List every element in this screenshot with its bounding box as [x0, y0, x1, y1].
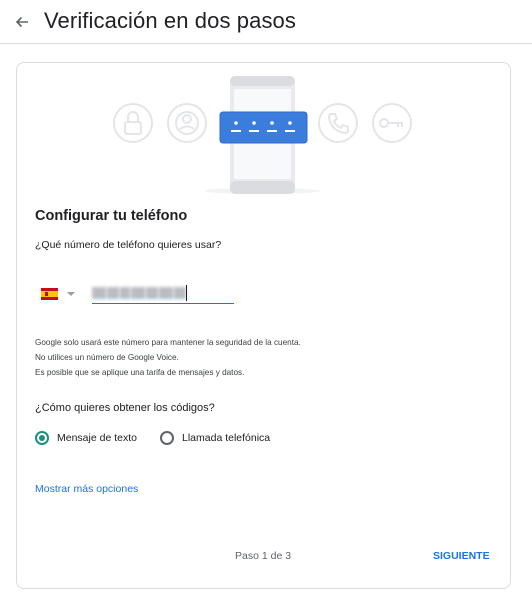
option-label: Llamada telefónica — [182, 432, 271, 444]
radio-button[interactable] — [35, 431, 49, 445]
dropdown-caret-icon — [67, 292, 75, 296]
key-icon — [372, 103, 412, 143]
spain-flag-icon — [41, 288, 58, 300]
next-button[interactable]: SIGUIENTE — [425, 543, 498, 569]
step-indicator: Paso 1 de 3 — [235, 550, 292, 562]
show-more-options-link[interactable]: Mostrar más opciones — [35, 483, 138, 495]
option-label: Mensaje de texto — [57, 432, 137, 444]
phone-question: ¿Qué número de teléfono quieres usar? — [35, 239, 222, 251]
country-selector[interactable] — [41, 283, 85, 305]
back-button[interactable] — [10, 10, 34, 34]
radio-button[interactable] — [160, 431, 174, 445]
info-line: No utilices un número de Google Voice. — [35, 353, 179, 362]
option-text-message[interactable]: Mensaje de texto — [35, 429, 137, 447]
info-line: Es posible que se aplique una tarifa de … — [35, 368, 245, 377]
option-phone-call[interactable]: Llamada telefónica — [160, 429, 270, 447]
phone-number-value-redacted — [92, 287, 188, 299]
phone-number-field[interactable] — [92, 284, 234, 304]
info-text: Google solo usará este número para mante… — [35, 335, 301, 380]
top-bar: Verificación en dos pasos — [0, 0, 532, 44]
lock-icon — [113, 103, 153, 143]
two-step-illustration — [113, 76, 412, 194]
text-cursor — [186, 285, 187, 301]
phone-call-icon — [318, 103, 358, 143]
verification-card: Configurar tu teléfono ¿Qué número de te… — [16, 62, 511, 589]
section-title: Configurar tu teléfono — [35, 208, 188, 224]
info-line: Google solo usará este número para mante… — [35, 338, 301, 347]
back-arrow-icon — [15, 16, 28, 28]
account-icon — [167, 103, 207, 143]
codes-question: ¿Cómo quieres obtener los códigos? — [35, 402, 215, 414]
page-title: Verificación en dos pasos — [44, 8, 296, 33]
password-dots-icon — [219, 111, 308, 144]
